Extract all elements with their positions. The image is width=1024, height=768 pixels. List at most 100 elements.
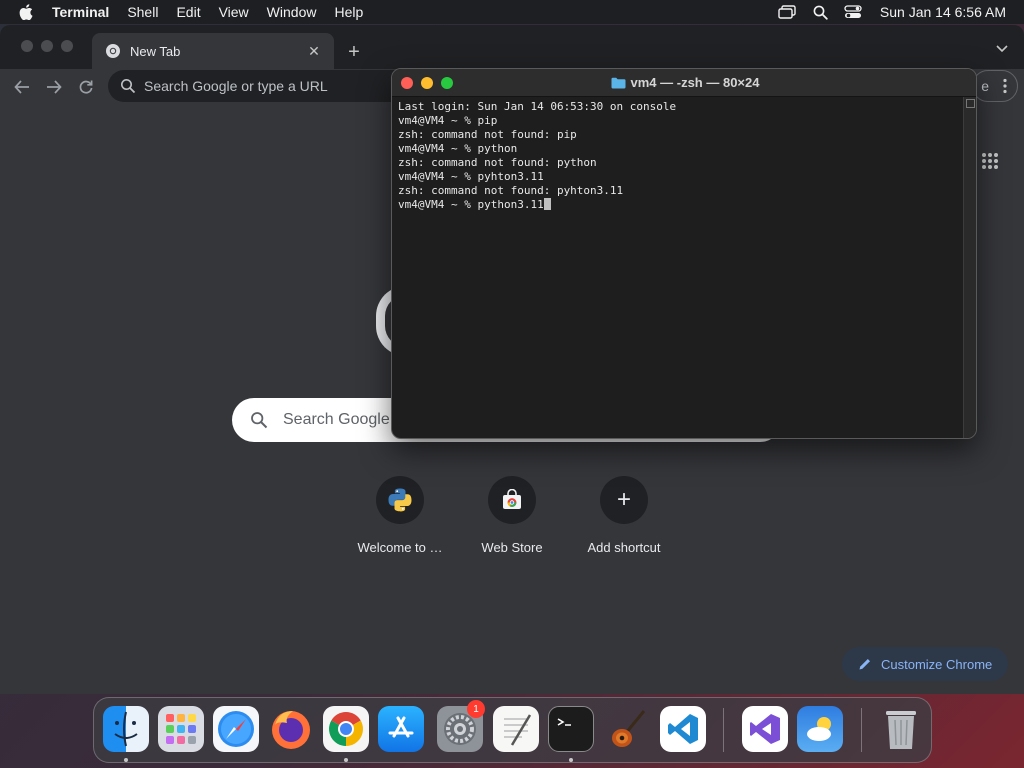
terminal-line: Last login: Sun Jan 14 06:53:30 on conso…: [398, 100, 677, 113]
dock-app-store[interactable]: [378, 706, 424, 752]
google-apps-grid-icon[interactable]: [978, 149, 1002, 173]
safari-icon: [213, 706, 259, 752]
tab-close-icon[interactable]: ✕: [304, 41, 324, 61]
terminal-line: zsh: command not found: python: [398, 156, 597, 169]
vscode-icon: [660, 706, 706, 752]
running-indicator: [344, 758, 348, 762]
dock-firefox[interactable]: [268, 706, 314, 752]
chrome-minimize-button[interactable]: [41, 40, 53, 52]
shortcut-label: Web Store: [481, 540, 543, 555]
terminal-line: zsh: command not found: pyhton3.11: [398, 184, 624, 197]
terminal-title: vm4 — -zsh — 80×24: [630, 75, 760, 90]
menu-window[interactable]: Window: [258, 4, 326, 20]
terminal-zoom-button[interactable]: [441, 77, 453, 89]
running-indicator: [569, 758, 573, 762]
screen-mirroring-icon[interactable]: [771, 0, 804, 24]
dock-safari[interactable]: [213, 706, 259, 752]
menu-bar: Terminal Shell Edit View Window Help Sun…: [0, 0, 1024, 24]
dock-separator: [723, 708, 724, 752]
terminal-cursor: [543, 198, 551, 210]
dock: 1: [93, 697, 932, 763]
shortcut-tiles: Welcome to … Web Store + Add shortcut: [344, 476, 680, 555]
customize-chrome-label: Customize Chrome: [881, 656, 993, 672]
terminal-close-button[interactable]: [401, 77, 413, 89]
weather-icon: [797, 706, 843, 752]
dock-finder[interactable]: [103, 706, 149, 752]
dock-trash[interactable]: [878, 706, 924, 752]
shortcut-add[interactable]: + Add shortcut: [568, 476, 680, 555]
shortcut-label: Welcome to …: [357, 540, 443, 555]
dock-terminal[interactable]: [548, 706, 594, 752]
guitar-icon: [605, 706, 651, 752]
chrome-menu-icon[interactable]: [997, 76, 1013, 96]
dock-chrome[interactable]: [323, 706, 369, 752]
search-icon: [250, 411, 268, 429]
trash-icon: [878, 706, 924, 752]
back-arrow-icon[interactable]: [9, 74, 35, 100]
search-placeholder: Search Google: [283, 411, 390, 428]
chrome-zoom-button[interactable]: [61, 40, 73, 52]
search-icon: [120, 78, 136, 94]
finder-icon: [103, 706, 149, 752]
dock-vscode[interactable]: [660, 706, 706, 752]
apple-menu-icon[interactable]: [0, 4, 52, 20]
tab-new-tab[interactable]: New Tab ✕: [92, 33, 334, 69]
chrome-window-controls: [21, 40, 73, 52]
new-tab-button[interactable]: +: [340, 38, 368, 66]
spotlight-search-icon[interactable]: [804, 0, 837, 24]
textedit-icon: [493, 706, 539, 752]
forward-arrow-icon[interactable]: [41, 74, 67, 100]
menubar-clock[interactable]: Sun Jan 14 6:56 AM: [870, 4, 1024, 20]
terminal-scrollbar[interactable]: [963, 97, 976, 438]
terminal-window-controls: [401, 77, 453, 89]
folder-icon: [611, 77, 626, 89]
web-store-icon: [488, 476, 536, 524]
menu-app-name[interactable]: Terminal: [52, 4, 118, 20]
terminal-line: vm4@VM4 ~ % python: [398, 142, 518, 155]
terminal-prompt-line[interactable]: vm4@VM4 ~ % python3.11: [398, 198, 954, 212]
chrome-favicon-icon: [105, 43, 121, 59]
tab-title: New Tab: [130, 43, 181, 59]
terminal-line: vm4@VM4 ~ % pyhton3.11: [398, 170, 544, 183]
omnibox[interactable]: Search Google or type a URL: [108, 70, 416, 102]
control-center-icon[interactable]: [837, 0, 870, 24]
terminal-minimize-button[interactable]: [421, 77, 433, 89]
terminal-window[interactable]: vm4 — -zsh — 80×24 Last login: Sun Jan 1…: [391, 68, 977, 439]
tab-strip: New Tab ✕ +: [0, 25, 1024, 69]
plus-icon: +: [600, 476, 648, 524]
customize-chrome-button[interactable]: Customize Chrome: [842, 647, 1008, 681]
menu-help[interactable]: Help: [325, 4, 372, 20]
omnibox-right-edge[interactable]: e: [972, 70, 1018, 102]
dock-system-settings[interactable]: 1: [437, 700, 485, 752]
terminal-output[interactable]: Last login: Sun Jan 14 06:53:30 on conso…: [398, 100, 954, 435]
launchpad-icon: [158, 706, 204, 752]
dock-garageband[interactable]: [605, 706, 651, 752]
dock-launchpad[interactable]: [158, 706, 204, 752]
dock-weather[interactable]: [797, 706, 843, 752]
split-pane-icon[interactable]: [966, 99, 975, 108]
dock-separator: [861, 708, 862, 752]
tab-search-chevron-icon[interactable]: [992, 39, 1012, 59]
shortcut-web-store[interactable]: Web Store: [456, 476, 568, 555]
terminal-icon: [548, 706, 594, 752]
shortcut-label: Add shortcut: [587, 540, 661, 555]
python-icon: [376, 476, 424, 524]
dock-visual-studio[interactable]: [742, 706, 788, 752]
running-indicator: [124, 758, 128, 762]
chrome-icon: [323, 706, 369, 752]
terminal-titlebar[interactable]: vm4 — -zsh — 80×24: [392, 69, 976, 97]
reload-icon[interactable]: [73, 74, 99, 100]
firefox-icon: [268, 706, 314, 752]
shortcut-welcome[interactable]: Welcome to …: [344, 476, 456, 555]
terminal-current-input: vm4@VM4 ~ % python3.11: [398, 198, 544, 211]
chrome-close-button[interactable]: [21, 40, 33, 52]
terminal-line: vm4@VM4 ~ % pip: [398, 114, 498, 127]
notification-badge: 1: [467, 700, 485, 718]
app-store-icon: [378, 706, 424, 752]
menu-shell[interactable]: Shell: [118, 4, 167, 20]
menu-view[interactable]: View: [210, 4, 258, 20]
dock-textedit[interactable]: [493, 706, 539, 752]
pencil-icon: [858, 657, 872, 671]
menu-edit[interactable]: Edit: [167, 4, 209, 20]
visual-studio-icon: [742, 706, 788, 752]
